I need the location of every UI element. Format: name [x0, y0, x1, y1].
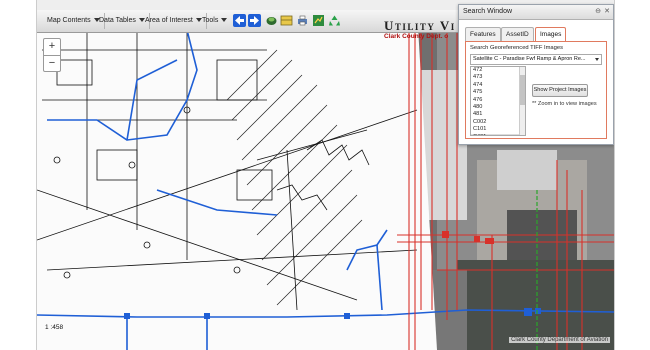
- forward-arrow-icon[interactable]: [248, 14, 261, 27]
- chevron-down-icon: [595, 58, 599, 61]
- zoom-hint: ** Zoom in to view images: [532, 101, 597, 107]
- show-project-images-button[interactable]: Show Project Images: [532, 84, 588, 97]
- close-icon[interactable]: ✕: [604, 5, 610, 19]
- scrollbar-thumb[interactable]: [520, 75, 525, 105]
- zoom-hint-text: Zoom in to view images: [537, 101, 597, 107]
- list-item[interactable]: C101: [471, 126, 525, 133]
- print-icon[interactable]: [296, 14, 309, 27]
- tab-features[interactable]: Features: [465, 27, 501, 41]
- chevron-down-icon: [221, 18, 228, 23]
- app: Map Contents Data Tables Area of Interes…: [0, 0, 650, 350]
- images-tab-panel: Search Georeferenced TIFF Images Satelli…: [465, 41, 607, 139]
- list-item[interactable]: C002: [471, 119, 525, 126]
- zoom-control: + −: [43, 38, 61, 72]
- list-item[interactable]: 473: [471, 74, 525, 81]
- back-arrow-icon[interactable]: [233, 14, 246, 27]
- zoom-out-button[interactable]: −: [44, 55, 60, 72]
- list-item[interactable]: C401: [471, 133, 525, 135]
- image-list[interactable]: 472473474475476480481C002C101C401: [470, 66, 526, 136]
- search-images-label: Search Georeferenced TIFF Images: [470, 45, 564, 51]
- recycle-icon[interactable]: [328, 14, 341, 27]
- search-window: Search Window ⊖ ✕ Features AssetID Image…: [458, 4, 614, 145]
- menu-area-of-interest[interactable]: Area of Interest: [141, 13, 207, 29]
- list-item[interactable]: 480: [471, 104, 525, 111]
- scale-text: 1 :458: [45, 324, 64, 331]
- layers-icon[interactable]: [265, 14, 278, 27]
- search-window-title: Search Window: [463, 8, 513, 15]
- menu-label: Data Tables: [99, 17, 136, 24]
- list-scrollbar[interactable]: [519, 67, 525, 135]
- list-item[interactable]: 474: [471, 82, 525, 89]
- menu-label: Tools: [202, 17, 219, 24]
- search-window-header[interactable]: Search Window ⊖ ✕: [459, 5, 613, 20]
- minimize-icon[interactable]: ⊖: [595, 5, 601, 19]
- list-item[interactable]: 481: [471, 111, 525, 118]
- menu-label: Area of Interest: [145, 17, 193, 24]
- export-icon[interactable]: [312, 14, 325, 27]
- zoom-in-button[interactable]: +: [44, 39, 60, 55]
- list-item[interactable]: 475: [471, 89, 525, 96]
- image-set-select-value: Satellite C - Paradise Fwf Ramp & Apron …: [473, 56, 586, 62]
- image-set-select[interactable]: Satellite C - Paradise Fwf Ramp & Apron …: [470, 54, 602, 65]
- copyright-text: Clark County Department of Aviation: [509, 337, 610, 343]
- tab-images[interactable]: Images: [535, 27, 567, 42]
- tab-assetid[interactable]: AssetID: [501, 27, 534, 41]
- list-item[interactable]: 476: [471, 97, 525, 104]
- list-item[interactable]: 472: [471, 67, 525, 74]
- menu-tools[interactable]: Tools: [198, 13, 231, 29]
- map-viewer: Map Contents Data Tables Area of Interes…: [36, 0, 615, 350]
- basemap-icon[interactable]: [280, 14, 293, 27]
- menu-label: Map Contents: [47, 17, 91, 24]
